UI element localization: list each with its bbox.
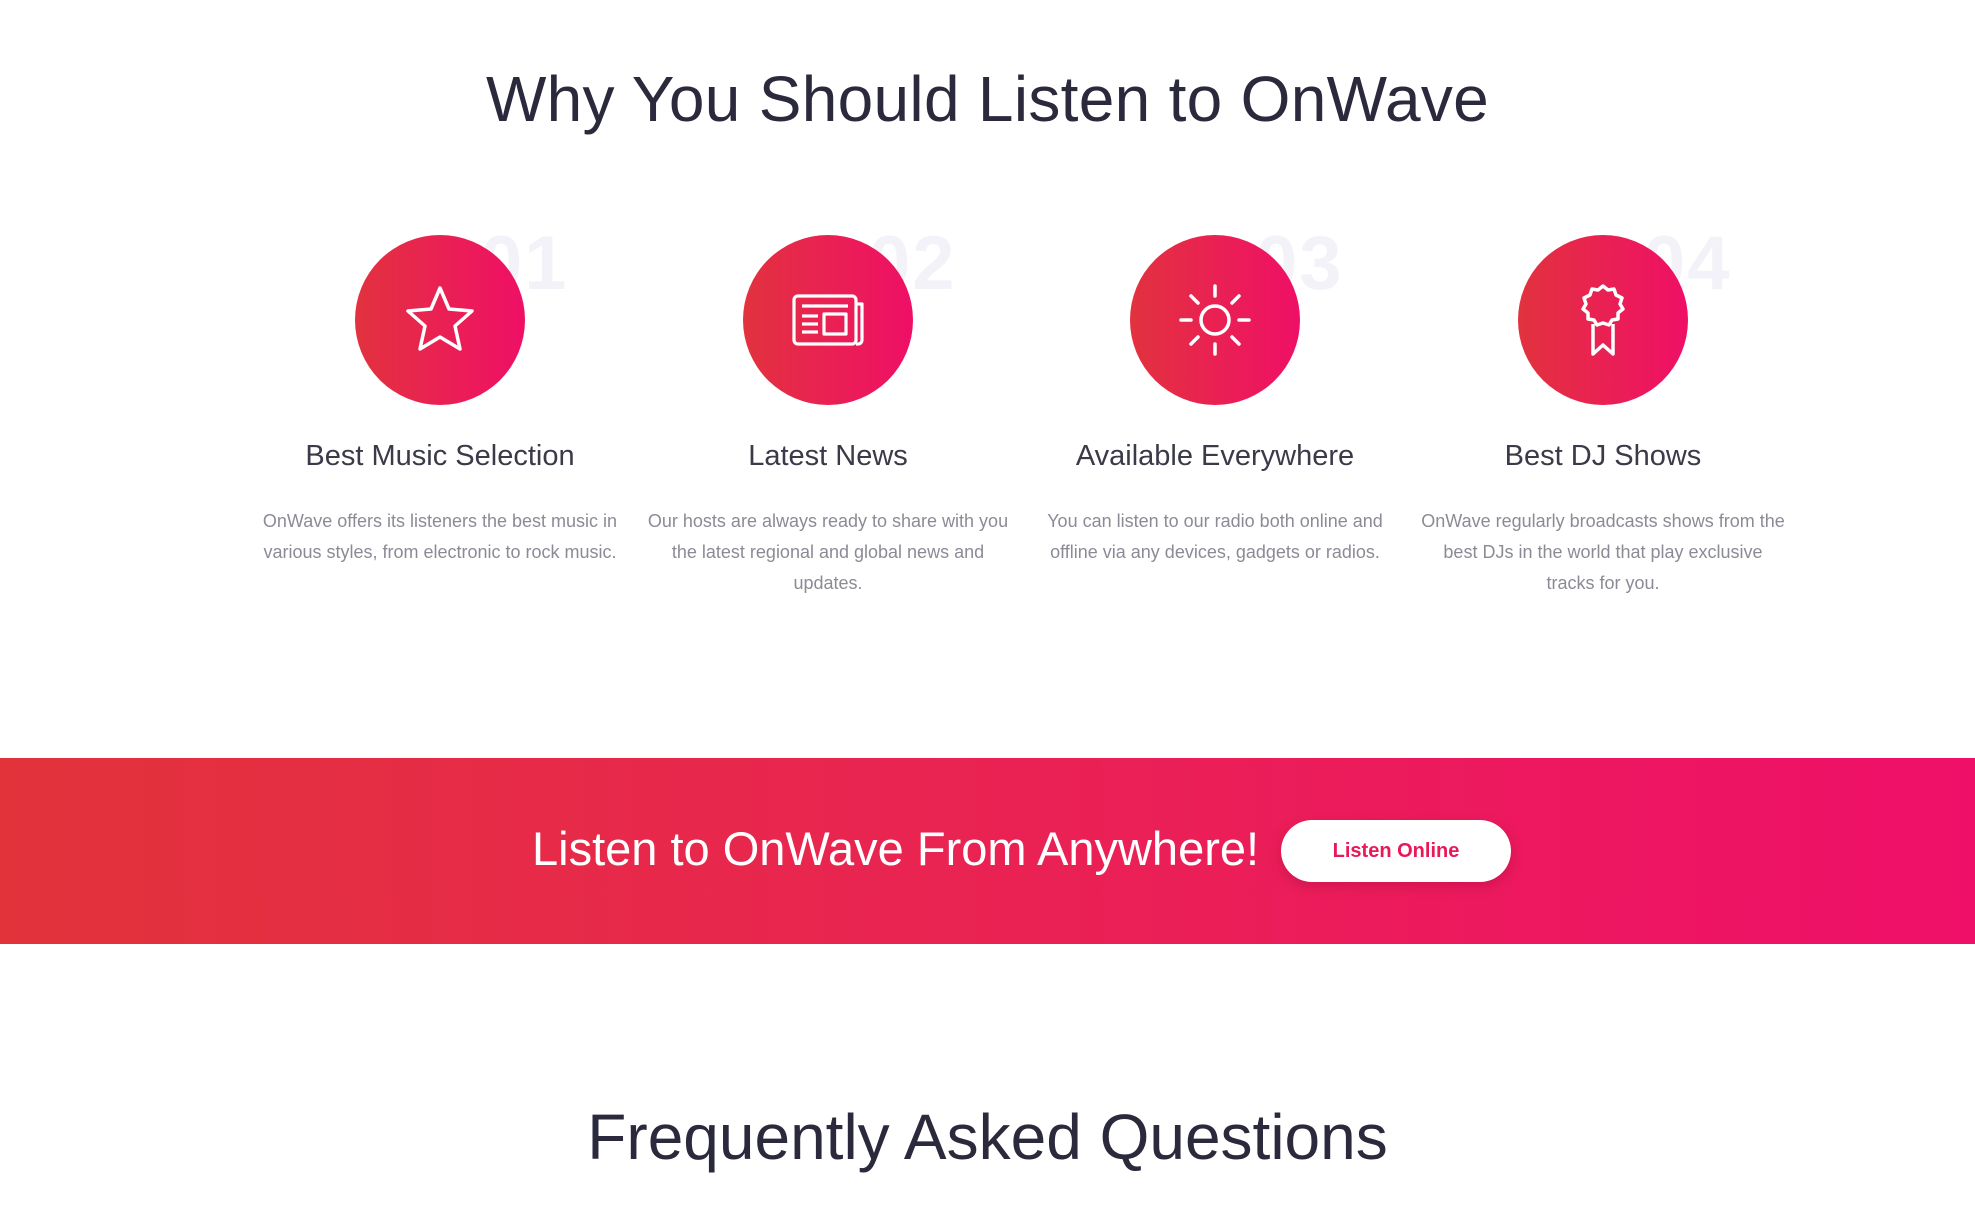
feature-icon-circle xyxy=(1130,235,1300,405)
feature-title: Latest News xyxy=(748,440,908,472)
listen-anywhere-banner: Listen to OnWave From Anywhere! Listen O… xyxy=(0,758,1975,944)
sun-icon xyxy=(1179,284,1251,356)
faq-section-title: Frequently Asked Questions xyxy=(587,1101,1388,1173)
award-ribbon-icon xyxy=(1581,284,1625,356)
feature-title: Best Music Selection xyxy=(305,440,575,472)
feature-icon-circle xyxy=(355,235,525,405)
feature-description: OnWave offers its listeners the best mus… xyxy=(262,511,618,562)
listen-online-button[interactable]: Listen Online xyxy=(1281,820,1511,882)
feature-title: Best DJ Shows xyxy=(1504,440,1702,472)
feature-title: Available Everywhere xyxy=(1075,440,1355,472)
feature-description: OnWave regularly broadcasts shows from t… xyxy=(1421,511,1785,593)
feature-icon-circle xyxy=(743,235,913,405)
feature-icon-circle xyxy=(1518,235,1688,405)
feature-description: Our hosts are always ready to share with… xyxy=(647,511,1009,593)
newspaper-icon xyxy=(792,294,864,346)
banner-heading: Listen to OnWave From Anywhere! xyxy=(532,822,1260,875)
feature-description: You can listen to our radio both online … xyxy=(1047,511,1383,562)
star-icon xyxy=(406,286,474,351)
features-row: 01 Best Music Selection OnWave offers it… xyxy=(0,0,1975,700)
